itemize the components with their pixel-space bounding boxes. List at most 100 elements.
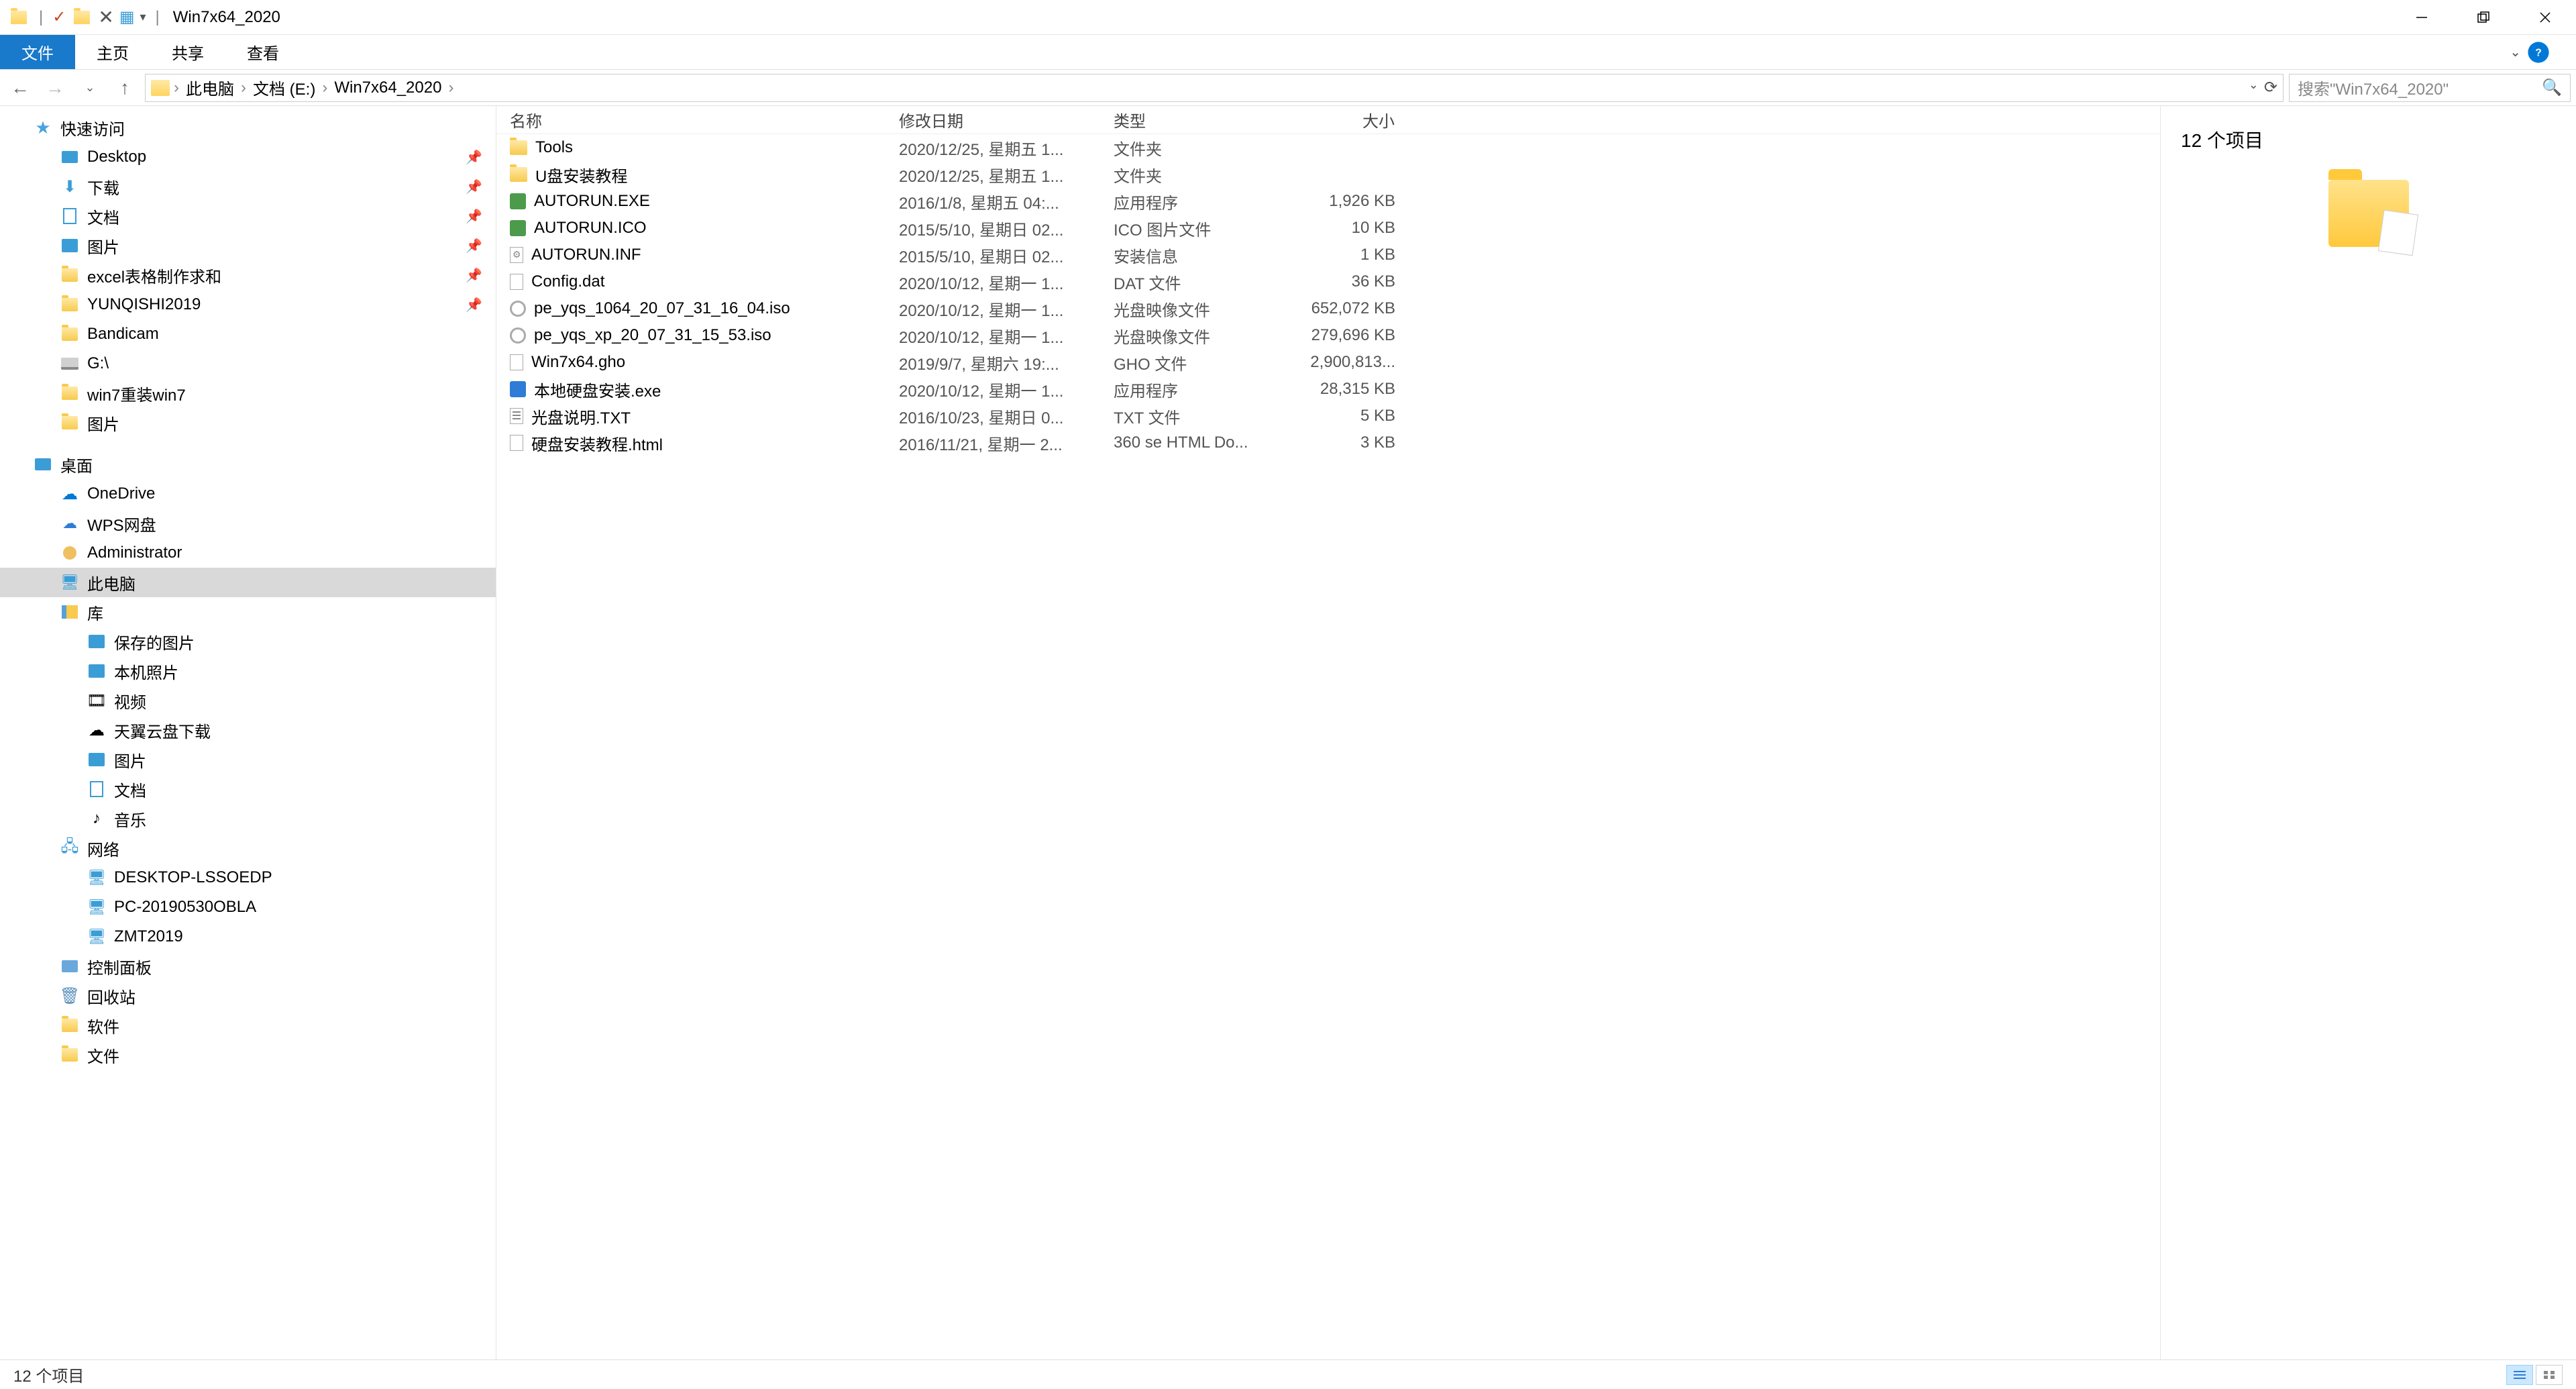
tree-admin[interactable]: Administrator	[0, 538, 496, 568]
chevron-right-icon[interactable]: ›	[239, 79, 248, 97]
tree-desktop-root[interactable]: 桌面	[0, 450, 496, 479]
maximize-button[interactable]	[2453, 0, 2514, 35]
refresh-icon[interactable]: ⟳	[2264, 78, 2277, 97]
tree-videos[interactable]: 🎞视频	[0, 686, 496, 715]
ribbon-tab-share[interactable]: 共享	[150, 35, 225, 69]
tree-recycle-bin[interactable]: 🗑回收站	[0, 981, 496, 1011]
ribbon-expand[interactable]: ⌄ ?	[2510, 35, 2576, 69]
tree-pictures2[interactable]: 图片	[0, 408, 496, 438]
tree-wps[interactable]: ☁WPS网盘	[0, 509, 496, 538]
tree-network-pc[interactable]: 🖥DESKTOP-LSSOEDP	[0, 863, 496, 892]
view-icons-button[interactable]	[2536, 1365, 2563, 1385]
tree-downloads[interactable]: ⬇下载📌	[0, 172, 496, 201]
tree-lib-music[interactable]: ♪音乐	[0, 804, 496, 833]
tree-files[interactable]: 文件	[0, 1040, 496, 1070]
back-button[interactable]: ←	[5, 73, 35, 103]
qat-delete-icon[interactable]: ✕	[98, 6, 113, 28]
file-icon	[510, 354, 523, 370]
help-button[interactable]: ?	[2528, 42, 2548, 62]
folder-icon	[60, 325, 79, 344]
tree-network-pc[interactable]: 🖥PC-20190530OBLA	[0, 892, 496, 922]
view-details-button[interactable]	[2506, 1365, 2533, 1385]
file-date: 2016/10/23, 星期日 0...	[885, 405, 1100, 428]
qat-properties-icon[interactable]: ▦	[119, 7, 135, 27]
tree-quick-access[interactable]: ★快速访问	[0, 113, 496, 142]
qat-dropdown-icon[interactable]: ▾	[140, 10, 146, 24]
file-name: 本地硬盘安装.exe	[534, 378, 661, 401]
tree-software[interactable]: 软件	[0, 1011, 496, 1040]
file-date: 2015/5/10, 星期日 02...	[885, 244, 1100, 267]
minimize-button[interactable]	[2391, 0, 2453, 35]
tree-saved-pics[interactable]: 保存的图片	[0, 627, 496, 656]
file-row[interactable]: AUTORUN.ICO 2015/5/10, 星期日 02... ICO 图片文…	[496, 215, 2160, 242]
up-button[interactable]: ↑	[110, 73, 140, 103]
tree-gdrive[interactable]: G:\	[0, 349, 496, 378]
chevron-right-icon[interactable]: ›	[172, 79, 180, 97]
file-row[interactable]: U盘安装教程 2020/12/25, 星期五 1... 文件夹	[496, 161, 2160, 188]
file-rows[interactable]: Tools 2020/12/25, 星期五 1... 文件夹 U盘安装教程 20…	[496, 134, 2160, 1359]
view-mode-buttons	[2506, 1365, 2563, 1385]
file-date: 2019/9/7, 星期六 19:...	[885, 351, 1100, 374]
qat-check-icon[interactable]: ✓	[52, 7, 66, 27]
music-icon: ♪	[87, 809, 106, 828]
tree-control-panel[interactable]: 控制面板	[0, 951, 496, 981]
file-name: pe_yqs_xp_20_07_31_15_53.iso	[534, 326, 771, 345]
column-header-type[interactable]: 类型	[1100, 108, 1288, 132]
tree-lib-pics[interactable]: 图片	[0, 745, 496, 774]
tree-libraries[interactable]: 库	[0, 597, 496, 627]
column-header-name[interactable]: 名称	[496, 108, 885, 132]
chevron-right-icon[interactable]: ›	[321, 79, 329, 97]
search-icon[interactable]: 🔍	[2542, 78, 2562, 97]
file-row[interactable]: pe_yqs_xp_20_07_31_15_53.iso 2020/10/12,…	[496, 322, 2160, 349]
tree-bandicam[interactable]: Bandicam	[0, 319, 496, 349]
ribbon-tab-home[interactable]: 主页	[75, 35, 150, 69]
forward-button[interactable]: →	[40, 73, 70, 103]
breadcrumb-item[interactable]: 文档 (E:)	[250, 76, 318, 99]
file-row[interactable]: 光盘说明.TXT 2016/10/23, 星期日 0... TXT 文件 5 K…	[496, 403, 2160, 429]
search-input[interactable]: 搜索"Win7x64_2020" 🔍	[2289, 74, 2571, 102]
file-name: Config.dat	[531, 272, 604, 291]
folder-icon[interactable]	[71, 7, 93, 28]
tree-desktop[interactable]: Desktop📌	[0, 142, 496, 172]
window-title: Win7x64_2020	[173, 8, 280, 27]
breadcrumb-item[interactable]: 此电脑	[183, 76, 237, 99]
file-row[interactable]: pe_yqs_1064_20_07_31_16_04.iso 2020/10/1…	[496, 295, 2160, 322]
breadcrumb-bar[interactable]: › 此电脑 › 文档 (E:) › Win7x64_2020 › ⌄ ⟳	[145, 74, 2284, 102]
file-icon	[510, 140, 527, 155]
breadcrumb-item[interactable]: Win7x64_2020	[331, 79, 444, 97]
file-row[interactable]: AUTORUN.INF 2015/5/10, 星期日 02... 安装信息 1 …	[496, 242, 2160, 268]
file-row[interactable]: AUTORUN.EXE 2016/1/8, 星期五 04:... 应用程序 1,…	[496, 188, 2160, 215]
column-header-size[interactable]: 大小	[1288, 108, 1409, 132]
tree-lib-docs[interactable]: 文档	[0, 774, 496, 804]
tree-yunqishi[interactable]: YUNQISHI2019📌	[0, 290, 496, 319]
file-list: 名称 修改日期 类型 大小 Tools 2020/12/25, 星期五 1...…	[496, 106, 2160, 1359]
file-row[interactable]: Config.dat 2020/10/12, 星期一 1... DAT 文件 3…	[496, 268, 2160, 295]
close-button[interactable]	[2514, 0, 2576, 35]
tree-this-pc[interactable]: 🖥此电脑	[0, 568, 496, 597]
drive-icon	[60, 354, 79, 373]
file-row[interactable]: 硬盘安装教程.html 2016/11/21, 星期一 2... 360 se …	[496, 429, 2160, 456]
file-type: DAT 文件	[1100, 270, 1288, 294]
ribbon-tab-file[interactable]: 文件	[0, 35, 75, 69]
tree-pictures[interactable]: 图片📌	[0, 231, 496, 260]
chevron-right-icon[interactable]: ›	[447, 79, 455, 97]
file-icon	[510, 274, 523, 290]
tree-excel-folder[interactable]: excel表格制作求和📌	[0, 260, 496, 290]
recent-dropdown[interactable]: ⌄	[75, 73, 105, 103]
tree-network[interactable]: 🖧网络	[0, 833, 496, 863]
tree-camera-roll[interactable]: 本机照片	[0, 656, 496, 686]
file-row[interactable]: Win7x64.gho 2019/9/7, 星期六 19:... GHO 文件 …	[496, 349, 2160, 376]
dropdown-icon[interactable]: ⌄	[2249, 78, 2259, 97]
ribbon-tab-view[interactable]: 查看	[225, 35, 301, 69]
file-row[interactable]: Tools 2020/12/25, 星期五 1... 文件夹	[496, 134, 2160, 161]
navigation-tree[interactable]: ★快速访问 Desktop📌 ⬇下载📌 文档📌 图片📌 excel表格制作求和📌…	[0, 106, 496, 1359]
tree-win7reinstall[interactable]: win7重装win7	[0, 378, 496, 408]
tree-onedrive[interactable]: ☁OneDrive	[0, 479, 496, 509]
tree-documents[interactable]: 文档📌	[0, 201, 496, 231]
star-icon: ★	[34, 118, 52, 137]
column-header-date[interactable]: 修改日期	[885, 108, 1100, 132]
tree-tianyi[interactable]: ☁天翼云盘下载	[0, 715, 496, 745]
file-row[interactable]: 本地硬盘安装.exe 2020/10/12, 星期一 1... 应用程序 28,…	[496, 376, 2160, 403]
quick-access-toolbar: | ✓ ✕ ▦ ▾ | Win7x64_2020	[0, 6, 280, 28]
tree-network-pc[interactable]: 🖥ZMT2019	[0, 922, 496, 951]
